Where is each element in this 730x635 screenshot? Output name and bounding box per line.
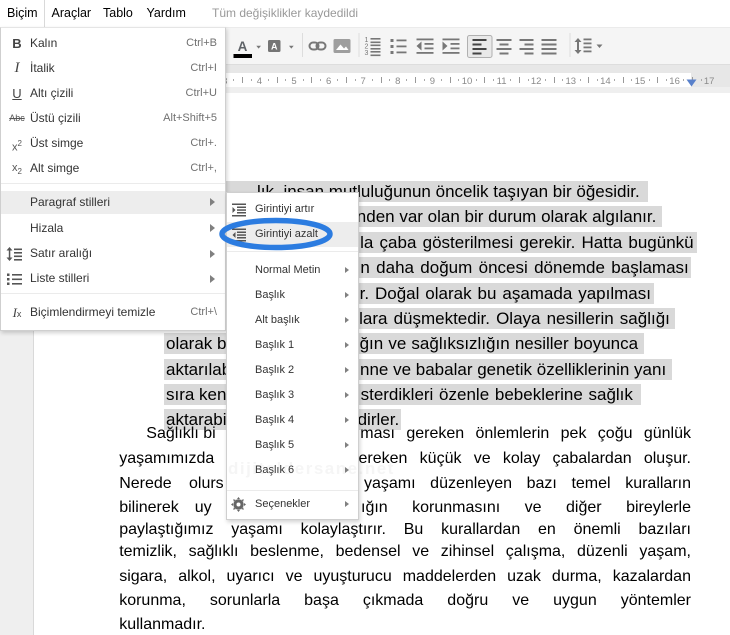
- svg-text:3: 3: [365, 50, 369, 57]
- svg-text:A: A: [271, 41, 278, 51]
- svg-text:A: A: [238, 39, 248, 54]
